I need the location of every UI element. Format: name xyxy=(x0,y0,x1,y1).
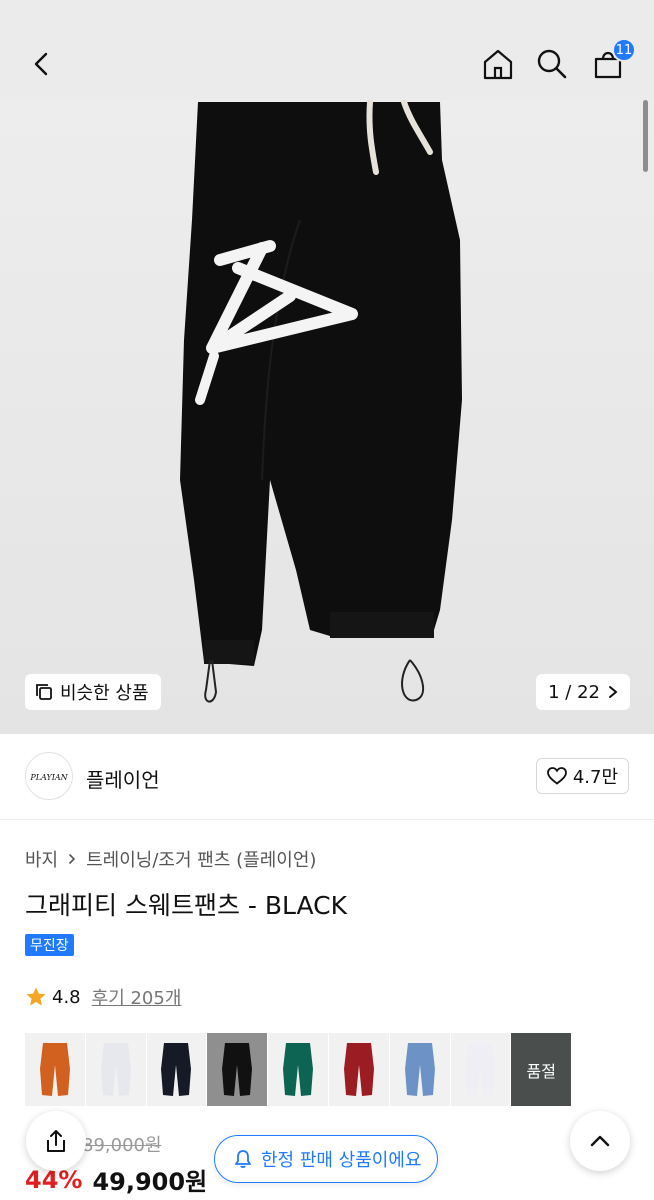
image-page-counter[interactable]: 1 / 22 xyxy=(536,674,630,710)
copy-icon xyxy=(36,684,52,700)
product-image xyxy=(180,100,462,703)
pants-thumbnail-image xyxy=(343,1042,374,1096)
original-price: 89,000원 xyxy=(82,1135,162,1156)
breadcrumb-item[interactable]: 바지 xyxy=(25,846,58,872)
pants-thumbnail-image xyxy=(283,1042,314,1096)
brand-name[interactable]: 플레이언 xyxy=(86,764,160,793)
reviews-link[interactable]: 후기 205개 xyxy=(92,984,182,1010)
sale-price: 49,900원 xyxy=(92,1168,208,1196)
star-icon xyxy=(26,987,46,1006)
brand-logo-image: PLAYIAN xyxy=(29,773,68,782)
limited-sale-notice[interactable]: 한정 판매 상품이에요 xyxy=(214,1135,439,1183)
scrollbar[interactable] xyxy=(643,100,648,172)
cart-count-badge: 11 xyxy=(612,38,636,62)
color-option-thumb[interactable]: 품절 xyxy=(511,1033,573,1106)
color-option-thumb[interactable] xyxy=(85,1033,147,1106)
pants-thumbnail-image xyxy=(161,1042,192,1096)
like-count: 4.7만 xyxy=(572,767,618,788)
bell-icon xyxy=(235,1150,251,1168)
pants-thumbnail-image xyxy=(39,1042,70,1096)
svg-text:PLAYIAN: PLAYIAN xyxy=(29,773,68,782)
color-option-thumb[interactable] xyxy=(450,1033,512,1106)
search-icon xyxy=(537,49,567,79)
pants-thumbnail-image xyxy=(222,1042,253,1096)
color-option-thumb[interactable] xyxy=(146,1033,208,1106)
chevron-left-icon xyxy=(34,52,48,76)
color-option-thumb[interactable] xyxy=(328,1033,390,1106)
similar-products-button[interactable]: 비슷한 상품 xyxy=(25,674,161,710)
home-button[interactable] xyxy=(478,44,518,84)
back-button[interactable] xyxy=(22,44,62,84)
color-option-thumb[interactable] xyxy=(25,1033,86,1106)
breadcrumb-item[interactable]: 트레이닝/조거 팬츠 (플레이언) xyxy=(86,846,316,872)
delivery-badge: 무진장 xyxy=(25,934,74,956)
color-option-thumb[interactable] xyxy=(268,1033,329,1106)
chevron-right-icon xyxy=(609,686,618,698)
color-options: 품절 xyxy=(25,1033,573,1106)
product-image-gallery[interactable] xyxy=(0,100,654,734)
pants-thumbnail-image xyxy=(465,1042,496,1096)
rating-value: 4.8 xyxy=(52,986,81,1008)
top-app-bar: 11 xyxy=(0,0,654,100)
rating-row: 4.8 후기 205개 xyxy=(25,984,181,1010)
breadcrumb: 바지 트레이닝/조거 팬츠 (플레이언) xyxy=(25,846,316,872)
color-option-thumb[interactable] xyxy=(207,1033,269,1106)
search-button[interactable] xyxy=(532,44,572,84)
brand-row: PLAYIAN 플레이언 4.7만 xyxy=(0,734,654,820)
share-button[interactable] xyxy=(26,1111,86,1171)
brand-logo[interactable]: PLAYIAN xyxy=(25,752,73,800)
heart-icon xyxy=(546,767,567,785)
soldout-label: 품절 xyxy=(526,1061,556,1081)
home-icon xyxy=(483,49,513,80)
cart-button[interactable]: 11 xyxy=(588,38,636,84)
scroll-top-button[interactable] xyxy=(570,1111,630,1171)
color-option-thumb[interactable] xyxy=(389,1033,451,1106)
like-button[interactable]: 4.7만 xyxy=(535,758,629,794)
pants-thumbnail-image xyxy=(404,1042,435,1096)
page-counter-text: 1 / 22 xyxy=(548,681,600,703)
similar-products-label: 비슷한 상품 xyxy=(60,683,149,704)
limited-sale-label: 한정 판매 상품이에요 xyxy=(261,1150,422,1171)
share-icon xyxy=(47,1130,65,1152)
product-title: 그래피티 스웨트팬츠 - BLACK xyxy=(25,891,348,920)
chevron-up-icon xyxy=(590,1135,610,1147)
pants-thumbnail-image xyxy=(100,1042,131,1096)
chevron-right-icon xyxy=(69,853,76,865)
